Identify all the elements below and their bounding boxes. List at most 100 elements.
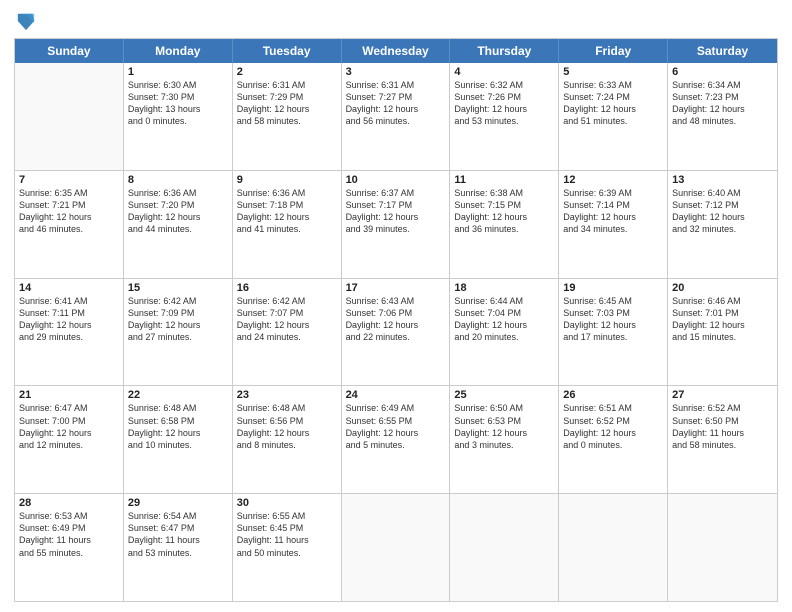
cell-info-line: Sunrise: 6:39 AM xyxy=(563,187,663,199)
cell-info-line: Sunrise: 6:35 AM xyxy=(19,187,119,199)
day-cell-18: 18Sunrise: 6:44 AMSunset: 7:04 PMDayligh… xyxy=(450,279,559,386)
day-number: 21 xyxy=(19,389,119,401)
header-day-friday: Friday xyxy=(559,39,668,63)
day-number: 30 xyxy=(237,497,337,509)
cell-info-line: Daylight: 12 hours xyxy=(237,427,337,439)
cell-info-line: and 39 minutes. xyxy=(346,223,446,235)
day-number: 2 xyxy=(237,66,337,78)
cell-info-line: Sunset: 7:12 PM xyxy=(672,199,773,211)
cell-info-line: Sunset: 7:00 PM xyxy=(19,415,119,427)
calendar-header: SundayMondayTuesdayWednesdayThursdayFrid… xyxy=(15,39,777,63)
cell-info-line: Sunrise: 6:33 AM xyxy=(563,79,663,91)
cell-info-line: Sunset: 7:21 PM xyxy=(19,199,119,211)
day-cell-17: 17Sunrise: 6:43 AMSunset: 7:06 PMDayligh… xyxy=(342,279,451,386)
day-number: 29 xyxy=(128,497,228,509)
day-cell-7: 7Sunrise: 6:35 AMSunset: 7:21 PMDaylight… xyxy=(15,171,124,278)
calendar: SundayMondayTuesdayWednesdayThursdayFrid… xyxy=(14,38,778,602)
calendar-row-3: 21Sunrise: 6:47 AMSunset: 7:00 PMDayligh… xyxy=(15,386,777,494)
cell-info-line: Daylight: 11 hours xyxy=(19,534,119,546)
cell-info-line: Sunset: 7:09 PM xyxy=(128,307,228,319)
cell-info-line: and 10 minutes. xyxy=(128,439,228,451)
cell-info-line: Daylight: 11 hours xyxy=(672,427,773,439)
header xyxy=(14,10,778,32)
day-number: 17 xyxy=(346,282,446,294)
cell-info-line: Sunrise: 6:31 AM xyxy=(346,79,446,91)
day-cell-16: 16Sunrise: 6:42 AMSunset: 7:07 PMDayligh… xyxy=(233,279,342,386)
cell-info-line: and 15 minutes. xyxy=(672,331,773,343)
day-cell-25: 25Sunrise: 6:50 AMSunset: 6:53 PMDayligh… xyxy=(450,386,559,493)
cell-info-line: and 32 minutes. xyxy=(672,223,773,235)
cell-info-line: Daylight: 12 hours xyxy=(237,211,337,223)
cell-info-line: Sunset: 7:17 PM xyxy=(346,199,446,211)
cell-info-line: Sunrise: 6:49 AM xyxy=(346,402,446,414)
cell-info-line: Sunset: 6:50 PM xyxy=(672,415,773,427)
cell-info-line: and 0 minutes. xyxy=(563,439,663,451)
cell-info-line: Daylight: 12 hours xyxy=(346,319,446,331)
cell-info-line: Sunset: 7:30 PM xyxy=(128,91,228,103)
empty-cell-4-4 xyxy=(450,494,559,601)
cell-info-line: Sunset: 7:18 PM xyxy=(237,199,337,211)
day-number: 22 xyxy=(128,389,228,401)
cell-info-line: Sunset: 7:01 PM xyxy=(672,307,773,319)
empty-cell-4-5 xyxy=(559,494,668,601)
cell-info-line: Sunrise: 6:36 AM xyxy=(128,187,228,199)
cell-info-line: Sunset: 7:29 PM xyxy=(237,91,337,103)
day-number: 3 xyxy=(346,66,446,78)
day-number: 1 xyxy=(128,66,228,78)
calendar-row-4: 28Sunrise: 6:53 AMSunset: 6:49 PMDayligh… xyxy=(15,494,777,601)
cell-info-line: Sunrise: 6:55 AM xyxy=(237,510,337,522)
day-cell-23: 23Sunrise: 6:48 AMSunset: 6:56 PMDayligh… xyxy=(233,386,342,493)
cell-info-line: Sunrise: 6:40 AM xyxy=(672,187,773,199)
header-day-tuesday: Tuesday xyxy=(233,39,342,63)
cell-info-line: Sunset: 6:58 PM xyxy=(128,415,228,427)
cell-info-line: Sunset: 7:11 PM xyxy=(19,307,119,319)
cell-info-line: Sunrise: 6:31 AM xyxy=(237,79,337,91)
cell-info-line: Daylight: 12 hours xyxy=(19,211,119,223)
day-number: 18 xyxy=(454,282,554,294)
cell-info-line: Sunrise: 6:38 AM xyxy=(454,187,554,199)
day-number: 5 xyxy=(563,66,663,78)
cell-info-line: and 27 minutes. xyxy=(128,331,228,343)
day-cell-28: 28Sunrise: 6:53 AMSunset: 6:49 PMDayligh… xyxy=(15,494,124,601)
cell-info-line: Sunset: 7:23 PM xyxy=(672,91,773,103)
cell-info-line: Daylight: 12 hours xyxy=(672,103,773,115)
cell-info-line: Sunrise: 6:48 AM xyxy=(128,402,228,414)
cell-info-line: Sunrise: 6:32 AM xyxy=(454,79,554,91)
cell-info-line: Daylight: 12 hours xyxy=(454,103,554,115)
day-number: 11 xyxy=(454,174,554,186)
cell-info-line: and 46 minutes. xyxy=(19,223,119,235)
cell-info-line: Daylight: 11 hours xyxy=(128,534,228,546)
cell-info-line: Sunrise: 6:52 AM xyxy=(672,402,773,414)
cell-info-line: and 56 minutes. xyxy=(346,115,446,127)
cell-info-line: Sunset: 6:52 PM xyxy=(563,415,663,427)
day-number: 8 xyxy=(128,174,228,186)
day-cell-13: 13Sunrise: 6:40 AMSunset: 7:12 PMDayligh… xyxy=(668,171,777,278)
cell-info-line: Sunset: 7:03 PM xyxy=(563,307,663,319)
cell-info-line: Daylight: 12 hours xyxy=(19,427,119,439)
cell-info-line: Daylight: 12 hours xyxy=(237,103,337,115)
cell-info-line: Sunrise: 6:53 AM xyxy=(19,510,119,522)
cell-info-line: Daylight: 11 hours xyxy=(237,534,337,546)
day-cell-10: 10Sunrise: 6:37 AMSunset: 7:17 PMDayligh… xyxy=(342,171,451,278)
day-cell-11: 11Sunrise: 6:38 AMSunset: 7:15 PMDayligh… xyxy=(450,171,559,278)
day-number: 23 xyxy=(237,389,337,401)
day-cell-22: 22Sunrise: 6:48 AMSunset: 6:58 PMDayligh… xyxy=(124,386,233,493)
day-cell-26: 26Sunrise: 6:51 AMSunset: 6:52 PMDayligh… xyxy=(559,386,668,493)
logo xyxy=(14,10,38,32)
cell-info-line: Sunset: 7:06 PM xyxy=(346,307,446,319)
day-cell-27: 27Sunrise: 6:52 AMSunset: 6:50 PMDayligh… xyxy=(668,386,777,493)
cell-info-line: Sunset: 7:20 PM xyxy=(128,199,228,211)
day-cell-30: 30Sunrise: 6:55 AMSunset: 6:45 PMDayligh… xyxy=(233,494,342,601)
day-cell-24: 24Sunrise: 6:49 AMSunset: 6:55 PMDayligh… xyxy=(342,386,451,493)
cell-info-line: Daylight: 12 hours xyxy=(672,211,773,223)
cell-info-line: and 58 minutes. xyxy=(237,115,337,127)
cell-info-line: and 58 minutes. xyxy=(672,439,773,451)
empty-cell-4-3 xyxy=(342,494,451,601)
cell-info-line: Daylight: 12 hours xyxy=(563,103,663,115)
header-day-wednesday: Wednesday xyxy=(342,39,451,63)
day-number: 10 xyxy=(346,174,446,186)
cell-info-line: Sunset: 6:47 PM xyxy=(128,522,228,534)
day-cell-8: 8Sunrise: 6:36 AMSunset: 7:20 PMDaylight… xyxy=(124,171,233,278)
day-cell-2: 2Sunrise: 6:31 AMSunset: 7:29 PMDaylight… xyxy=(233,63,342,170)
header-day-saturday: Saturday xyxy=(668,39,777,63)
